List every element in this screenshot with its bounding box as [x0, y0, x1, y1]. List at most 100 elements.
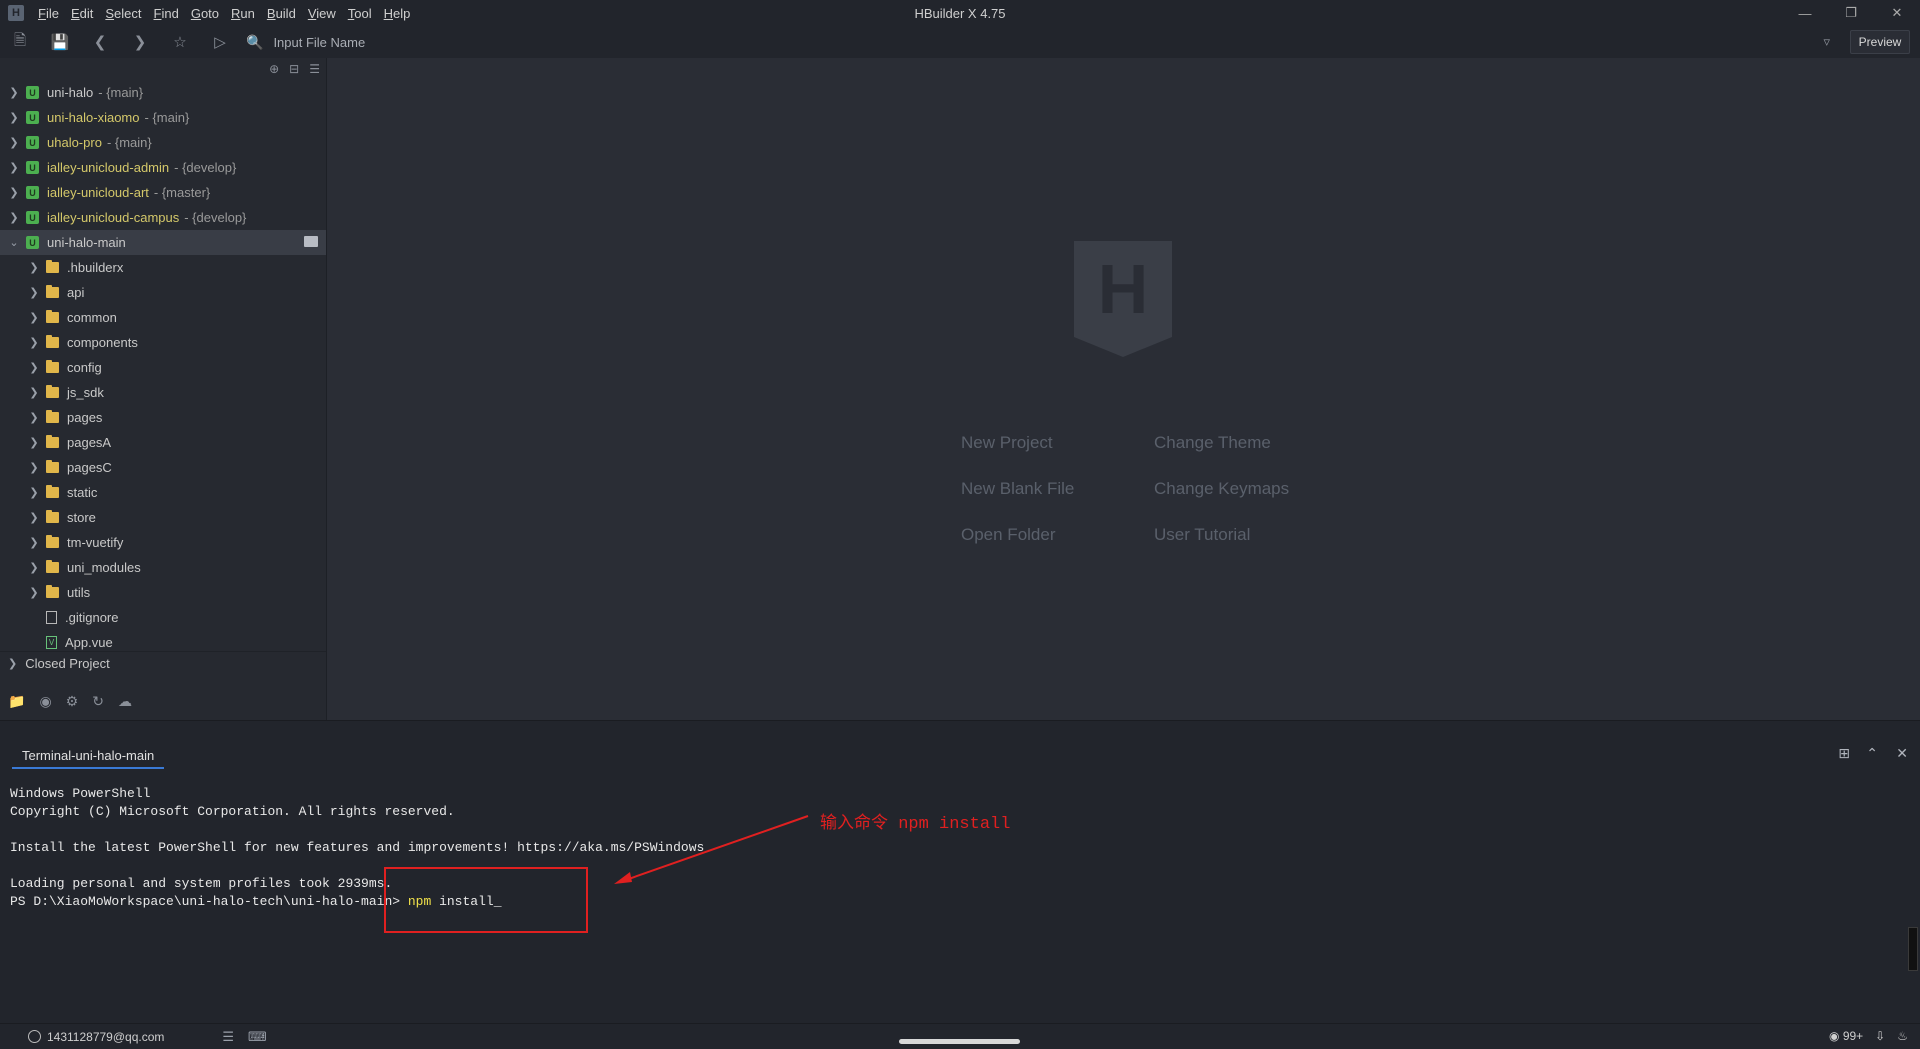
project-row[interactable]: ❯ Uialley-unicloud-campus - {develop} [0, 205, 326, 230]
status-bar: 1431128779@qq.com ☰ ⌨ ◉ 99+ ⇩ ♨ [0, 1023, 1920, 1049]
terminal-icon[interactable]: ⌨ [248, 1029, 267, 1045]
annotation-text: 输入命令 npm install [820, 815, 1011, 834]
folder-row[interactable]: ❯ js_sdk [0, 380, 326, 405]
change-keymaps-link[interactable]: Change Keymaps [1154, 479, 1289, 499]
folder-row[interactable]: ❯ pagesA [0, 430, 326, 455]
folder-row[interactable]: ❯ api [0, 280, 326, 305]
new-file-icon[interactable]: 🗎 [0, 26, 40, 58]
folder-row[interactable]: ❯ config [0, 355, 326, 380]
folder-row[interactable]: ❯ pagesC [0, 455, 326, 480]
folder-row[interactable]: ❯ uni_modules [0, 555, 326, 580]
terminal-scrollbar[interactable] [1908, 927, 1918, 971]
menu-label-rest: elp [393, 5, 411, 21]
annotation-highlight-box [384, 867, 588, 933]
new-terminal-icon[interactable]: ⊞ [1838, 745, 1850, 762]
binoculars-icon[interactable]: ◉ [39, 693, 51, 710]
folder-open-icon[interactable] [304, 236, 318, 247]
change-theme-link[interactable]: Change Theme [1154, 433, 1271, 453]
refresh-icon[interactable]: ↻ [92, 693, 104, 710]
account[interactable]: 1431128779@qq.com [28, 1030, 164, 1044]
close-icon[interactable]: ✕ [1874, 0, 1920, 26]
menu-find[interactable]: Find [148, 6, 185, 21]
folder-name: api [67, 285, 85, 300]
list-icon[interactable]: ☰ [222, 1029, 234, 1045]
menu-select[interactable]: Select [99, 6, 147, 21]
preview-button[interactable]: Preview [1850, 30, 1910, 54]
project-branch: - {main} [106, 135, 152, 150]
chevron-right-icon: ❯ [29, 487, 39, 499]
scroll-indicator[interactable] [899, 1039, 1020, 1044]
folder-icon [46, 260, 59, 273]
project-row[interactable]: ❯ Uialley-unicloud-admin - {develop} [0, 155, 326, 180]
project-row[interactable]: ❯ Uuhalo-pro - {main} [0, 130, 326, 155]
collapse-all-icon[interactable]: ⊟ [289, 62, 299, 76]
cloud-icon[interactable]: ☁ [118, 693, 132, 710]
menu-accelerator: G [190, 5, 201, 21]
terminal-prompt-line: PS D:\XiaoMoWorkspace\uni-halo-tech\uni-… [10, 893, 704, 911]
tab-terminal[interactable]: Terminal-uni-halo-main [12, 743, 165, 769]
restore-icon[interactable]: ❐ [1828, 0, 1874, 26]
folder-name: tm-vuetify [67, 535, 124, 550]
file-name: .gitignore [65, 610, 119, 625]
folder-icon [46, 360, 59, 373]
new-blank-file-link[interactable]: New Blank File [961, 479, 1074, 499]
project-row[interactable]: ❯ Uialley-unicloud-art - {master} [0, 180, 326, 205]
project-name: uhalo-pro [47, 135, 102, 150]
run-icon[interactable]: ▷ [200, 26, 240, 58]
new-project-link[interactable]: New Project [961, 433, 1053, 453]
status-right: ◉ 99+ ⇩ ♨ [1829, 1029, 1908, 1043]
forward-icon[interactable]: ❯ [120, 26, 160, 58]
project-branch: - {main} [144, 110, 190, 125]
folder-icon [46, 535, 59, 548]
minimize-icon[interactable]: — [1782, 0, 1828, 26]
user-tutorial-link[interactable]: User Tutorial [1154, 525, 1250, 545]
open-folder-link[interactable]: Open Folder [961, 525, 1056, 545]
folder-row[interactable]: ❯ pages [0, 405, 326, 430]
file-name-input[interactable] [273, 34, 534, 50]
save-icon[interactable]: 💾 [40, 26, 80, 58]
debug-icon[interactable]: ⚙ [66, 693, 79, 710]
menu-help[interactable]: Help [378, 6, 417, 21]
menu-label-rest: oto [200, 5, 220, 21]
folder-row[interactable]: ❯ static [0, 480, 326, 505]
bell-icon[interactable]: ♨ [1897, 1029, 1908, 1043]
folder-icon [46, 485, 59, 498]
chevron-right-icon: ❯ [29, 412, 39, 424]
folder-icon [46, 585, 59, 598]
menu-build[interactable]: Build [261, 6, 302, 21]
folder-row[interactable]: ❯ .hbuilderx [0, 255, 326, 280]
folder-row[interactable]: ❯ utils [0, 580, 326, 605]
folder-row[interactable]: ❯ common [0, 305, 326, 330]
project-row[interactable]: ❯ Uuni-halo-xiaomo - {main} [0, 105, 326, 130]
menu-file[interactable]: File [32, 6, 65, 21]
close-panel-icon[interactable]: ✕ [1896, 745, 1908, 762]
download-icon[interactable]: ⇩ [1875, 1029, 1885, 1043]
menu-tool[interactable]: Tool [342, 6, 378, 21]
project-manager-icon[interactable]: 📁 [8, 693, 25, 710]
menu-edit[interactable]: Edit [65, 6, 99, 21]
chevron-up-icon[interactable]: ⌃ [1866, 745, 1878, 762]
folder-row[interactable]: ❯ components [0, 330, 326, 355]
folder-row[interactable]: ❯ tm-vuetify [0, 530, 326, 555]
menu-run[interactable]: Run [225, 6, 261, 21]
filter-icon[interactable]: ▿ [1823, 34, 1830, 50]
locate-icon[interactable]: ⊕ [269, 62, 279, 76]
folder-name: config [67, 360, 102, 375]
project-row-open[interactable]: ⌄ Uuni-halo-main [0, 230, 326, 255]
uniapp-project-icon: U [26, 86, 39, 99]
chevron-right-icon: ❯ [29, 537, 39, 549]
project-row[interactable]: ❯ Uuni-halo - {main} [0, 80, 326, 105]
chevron-right-icon: ❯ [29, 587, 39, 599]
chevron-right-icon: ❯ [29, 512, 39, 524]
menu-goto[interactable]: Goto [185, 6, 225, 21]
back-icon[interactable]: ❮ [80, 26, 120, 58]
file-row[interactable]: .gitignore [0, 605, 326, 630]
menu-label-rest: un [240, 5, 255, 21]
closed-project-section[interactable]: ❯ Closed Project [0, 651, 326, 675]
menu-view[interactable]: View [302, 6, 342, 21]
folder-row[interactable]: ❯ store [0, 505, 326, 530]
uniapp-project-icon: U [26, 211, 39, 224]
notification-count[interactable]: ◉ 99+ [1829, 1029, 1863, 1043]
menu-icon[interactable]: ☰ [309, 62, 320, 76]
star-icon[interactable]: ☆ [160, 26, 200, 58]
